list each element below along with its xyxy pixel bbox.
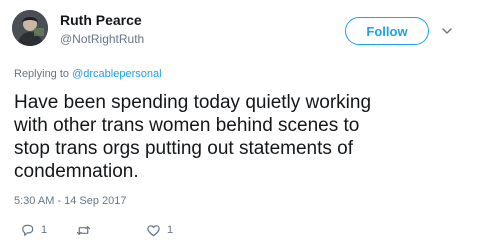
heart-icon [146,223,161,238]
user-handle[interactable]: @NotRightRuth [60,32,144,46]
reply-button[interactable]: 1 [20,222,47,238]
tweet-timestamp[interactable]: 5:30 AM - 14 Sep 2017 [14,195,127,207]
chevron-down-icon[interactable] [440,24,454,38]
like-count: 1 [167,224,174,236]
display-name[interactable]: Ruth Pearce [60,12,142,28]
reply-mention-link[interactable]: @drcablepersonal [72,68,161,80]
tweet-text: Have been spending today quietly working… [14,92,372,182]
replying-to-prefix: Replying to [14,68,73,80]
avatar[interactable] [12,10,48,46]
reply-count: 1 [41,224,48,236]
tweet-card: Ruth Pearce @NotRightRuth Follow Replyin… [0,0,480,247]
retweet-icon [76,223,91,238]
like-button[interactable]: 1 [146,222,173,238]
replying-to: Replying to @drcablepersonal [14,68,162,80]
follow-button[interactable]: Follow [345,17,429,45]
reply-icon [20,223,35,238]
retweet-button[interactable] [76,222,97,238]
